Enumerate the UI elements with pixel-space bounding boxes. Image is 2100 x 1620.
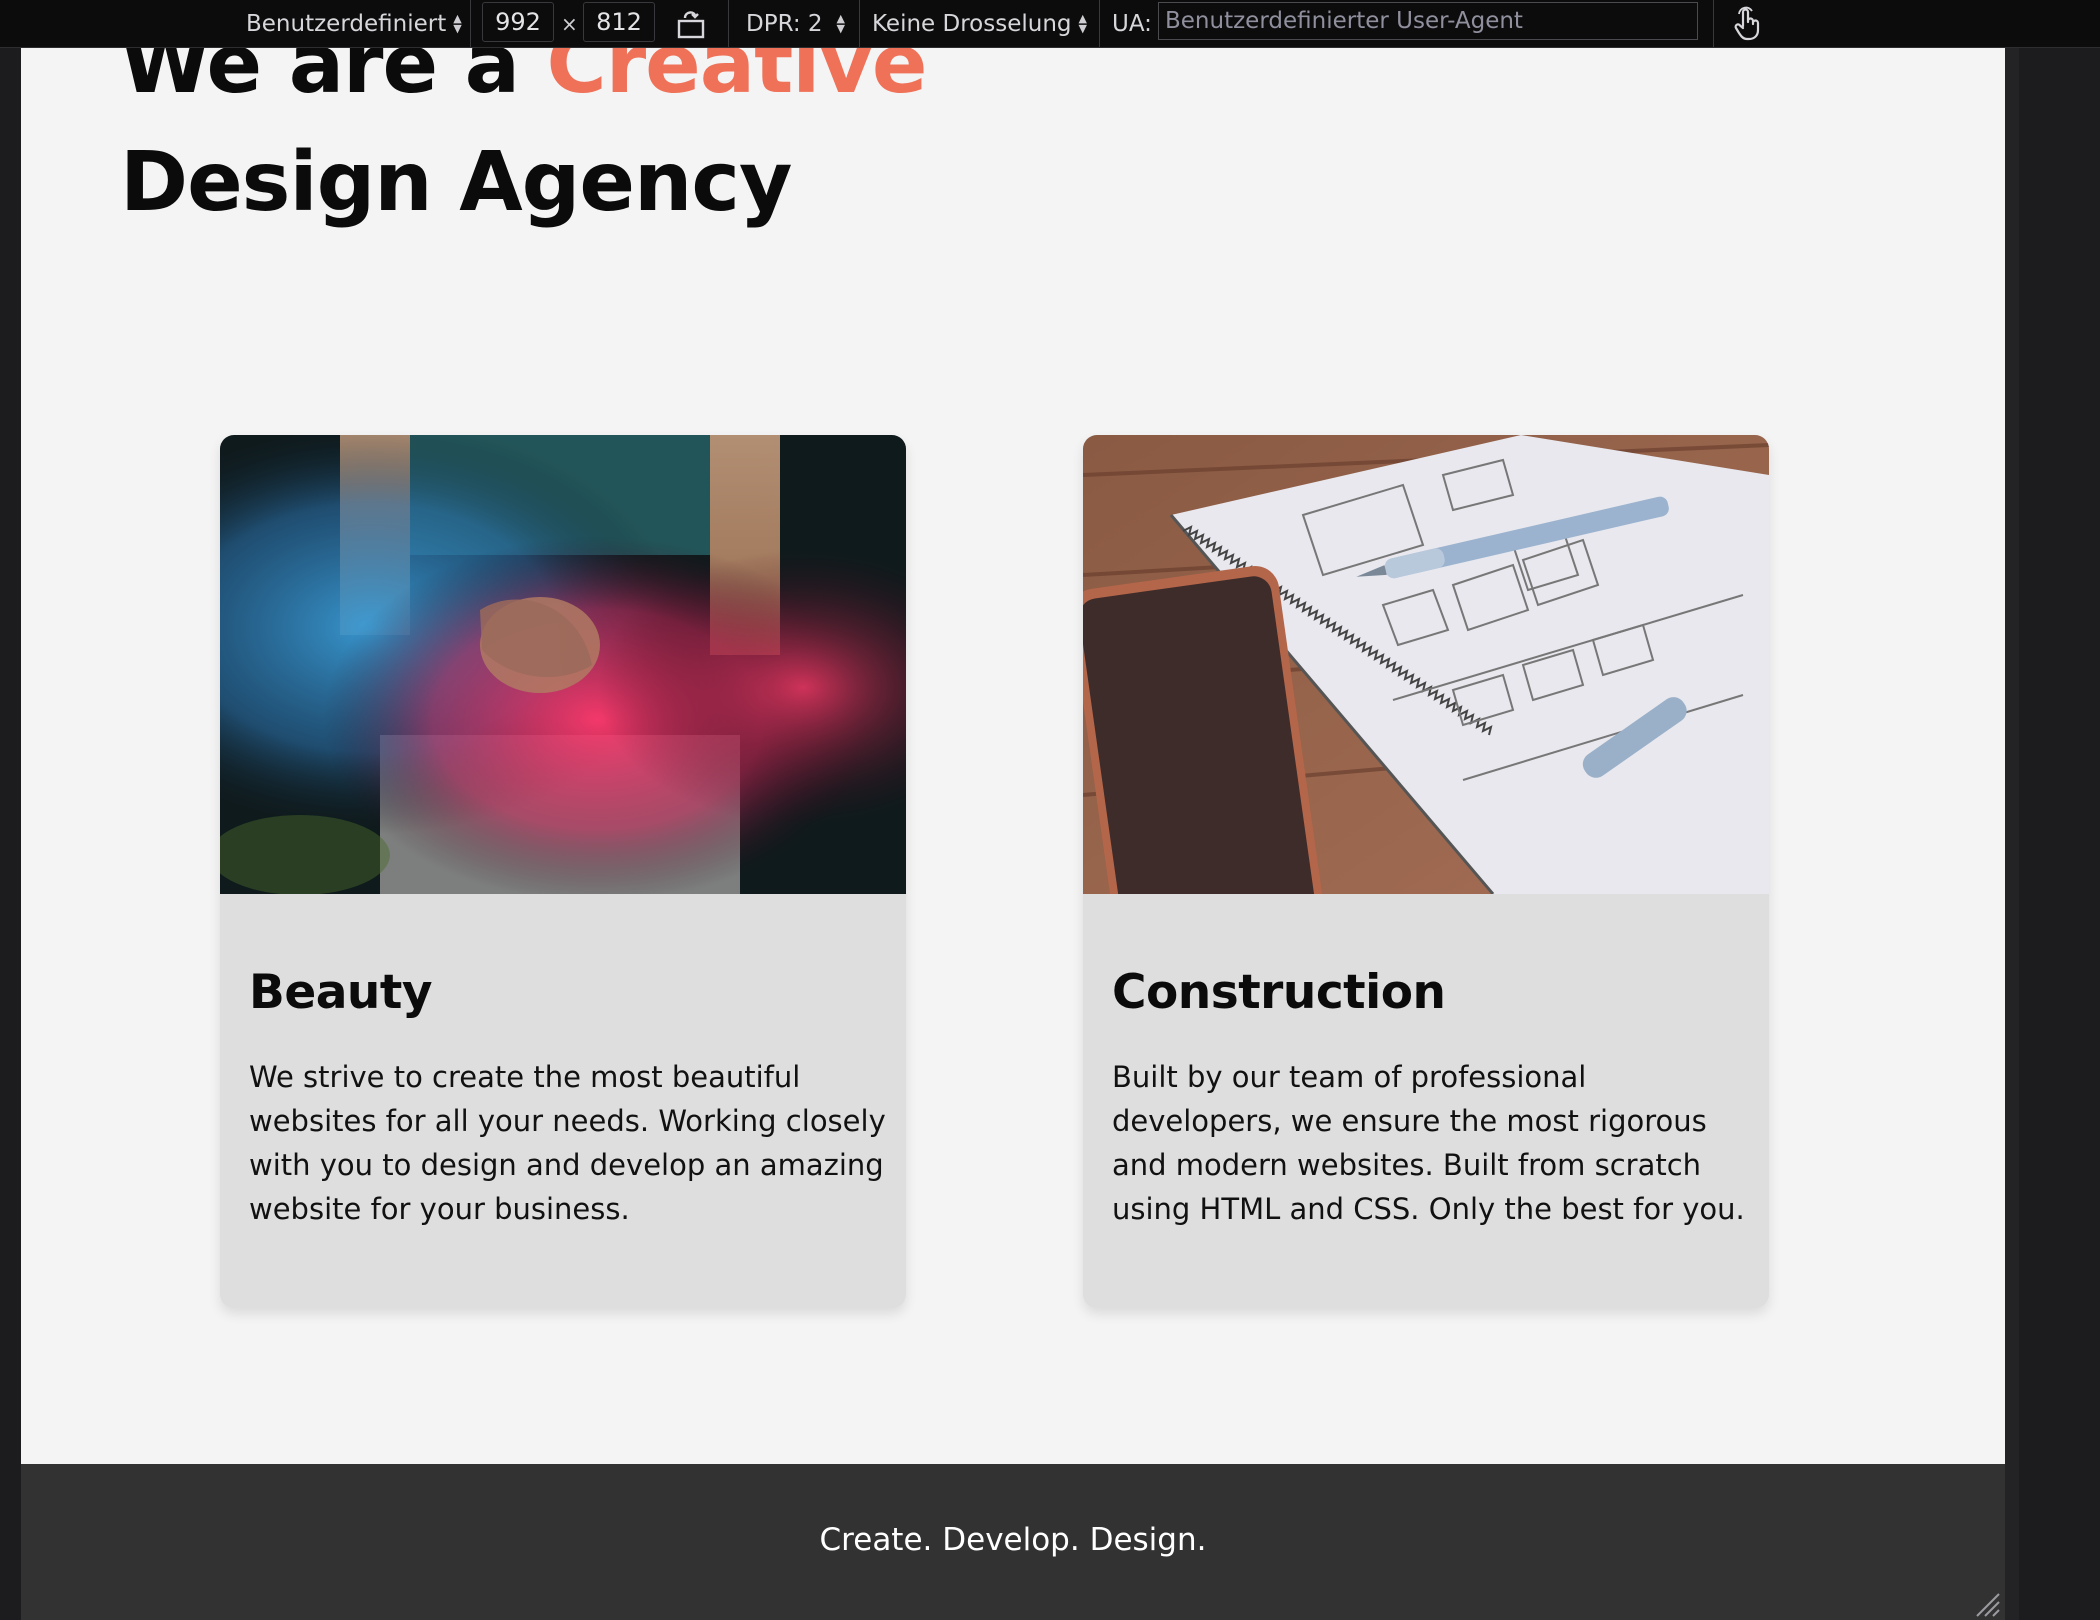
rotate-device-button[interactable] bbox=[676, 0, 706, 47]
hero-title-accent: Creative bbox=[546, 48, 928, 112]
dpr-select[interactable]: DPR: 2 ▲ ▼ bbox=[746, 0, 845, 47]
dimension-separator: × bbox=[561, 11, 578, 36]
devtools-gutter-left bbox=[0, 48, 21, 1620]
site-footer: Create. Develop. Design. bbox=[21, 1464, 2005, 1620]
hero-title-line2: Design Agency bbox=[120, 135, 792, 230]
select-arrows-icon: ▲ ▼ bbox=[1078, 11, 1087, 35]
select-arrows-icon: ▲ ▼ bbox=[836, 11, 846, 35]
card-title: Construction bbox=[1112, 965, 1446, 1020]
hero-title-line1: We are a Creative bbox=[120, 48, 928, 120]
viewport-height-input[interactable]: 812 bbox=[583, 2, 655, 42]
toolbar-divider bbox=[728, 0, 729, 47]
toolbar-divider bbox=[1099, 0, 1100, 47]
user-agent-input[interactable]: Benutzerdefinierter User-Agent bbox=[1158, 2, 1698, 40]
throttling-select[interactable]: Keine Drosselung ▲ ▼ bbox=[872, 0, 1087, 47]
toolbar-divider bbox=[1713, 0, 1714, 47]
ua-label: UA: bbox=[1112, 10, 1152, 37]
toolbar-divider bbox=[859, 0, 860, 47]
construction-image bbox=[1083, 435, 1769, 894]
device-preset-select[interactable]: Benutzerdefiniert ▲ ▼ bbox=[246, 0, 462, 47]
service-card-construction: Construction Built by our team of profes… bbox=[1083, 435, 1769, 1308]
card-text: We strive to create the most beautiful w… bbox=[249, 1060, 886, 1226]
card-title: Beauty bbox=[249, 965, 432, 1020]
toolbar-divider bbox=[470, 0, 471, 47]
throttling-label: Keine Drosselung bbox=[872, 10, 1072, 37]
responsive-toolbar: Benutzerdefiniert ▲ ▼ 992 × 812 DPR: 2 ▲ ▼… bbox=[0, 0, 2100, 48]
touch-simulation-button[interactable] bbox=[1733, 0, 1763, 47]
device-preset-label: Benutzerdefiniert bbox=[246, 10, 447, 37]
service-card-beauty: Beauty We strive to create the most beau… bbox=[220, 435, 906, 1308]
footer-tagline: Create. Develop. Design. bbox=[819, 1522, 1207, 1558]
resize-grip-icon[interactable] bbox=[1975, 1592, 2001, 1618]
hero-title-prefix: We are a bbox=[120, 48, 547, 112]
page-viewport: We are a Creative Design Agency Beauty W… bbox=[21, 48, 2005, 1620]
beauty-image bbox=[220, 435, 906, 894]
dpr-label: DPR: 2 bbox=[746, 10, 823, 37]
rotate-device-icon bbox=[677, 10, 705, 38]
devtools-gutter-right bbox=[2005, 48, 2100, 1620]
touch-simulation-icon bbox=[1734, 6, 1760, 40]
viewport-edge bbox=[2005, 48, 2019, 1620]
card-text: Built by our team of professional develo… bbox=[1112, 1060, 1745, 1226]
select-arrows-icon: ▲ ▼ bbox=[453, 11, 462, 35]
viewport-width-input[interactable]: 992 bbox=[482, 2, 554, 42]
